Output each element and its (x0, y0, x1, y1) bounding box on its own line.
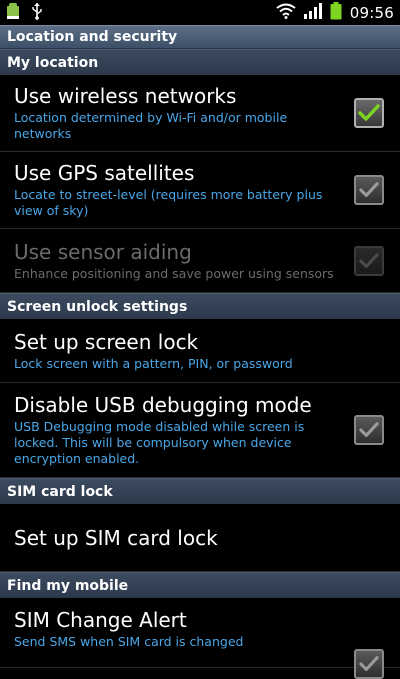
sim-change-alert-checkbox[interactable] (354, 649, 384, 679)
use-sensor-aiding-item: Use sensor aiding Enhance positioning an… (0, 229, 400, 293)
android-notification-icon (6, 2, 20, 24)
item-title: Use sensor aiding (14, 239, 192, 264)
item-subtitle: USB Debugging mode disabled while screen… (14, 419, 305, 466)
sim-change-alert-item[interactable]: SIM Change Alert Send SMS when SIM card … (0, 598, 400, 679)
signal-icon (303, 2, 322, 23)
page-title: Location and security (0, 25, 400, 49)
gps-satellites-checkbox[interactable] (354, 175, 384, 205)
set-up-screen-lock-item[interactable]: Set up screen lock Lock screen with a pa… (0, 319, 400, 383)
disable-usb-debugging-item[interactable]: Disable USB debugging mode USB Debugging… (0, 383, 400, 478)
item-subtitle: Locate to street-level (requires more ba… (14, 187, 323, 218)
use-gps-satellites-item[interactable]: Use GPS satellites Locate to street-leve… (0, 152, 400, 229)
status-bar: 09:56 (0, 0, 400, 25)
check-icon (359, 656, 379, 671)
check-icon (359, 252, 379, 268)
use-wireless-networks-item[interactable]: Use wireless networks Location determine… (0, 75, 400, 152)
item-subtitle: Enhance positioning and save power using… (14, 265, 334, 281)
section-header-sim-card-lock: SIM card lock (0, 478, 400, 504)
item-title: Disable USB debugging mode (14, 393, 312, 417)
section-header-screen-unlock: Screen unlock settings (0, 293, 400, 319)
item-subtitle: Send SMS when SIM card is changed (14, 634, 244, 649)
battery-icon (330, 1, 342, 24)
item-title: Use GPS satellites (14, 161, 195, 185)
item-title: Set up screen lock (14, 329, 199, 354)
item-title: Use wireless networks (14, 84, 237, 108)
status-time: 09:56 (349, 3, 394, 22)
section-header-my-location: My location (0, 49, 400, 75)
check-icon (359, 422, 379, 437)
item-title: Set up SIM card lock (14, 525, 218, 550)
check-icon (358, 104, 380, 121)
check-icon (359, 182, 379, 197)
wifi-icon (276, 3, 296, 23)
item-subtitle: Location determined by Wi-Fi and/or mobi… (14, 110, 288, 141)
set-up-sim-card-lock-item[interactable]: Set up SIM card lock (0, 504, 400, 572)
item-subtitle: Lock screen with a pattern, PIN, or pass… (14, 355, 293, 371)
item-title: SIM Change Alert (14, 608, 187, 632)
section-header-find-my-mobile: Find my mobile (0, 572, 400, 598)
usb-icon (30, 2, 44, 24)
usb-debugging-checkbox[interactable] (354, 415, 384, 445)
sensor-aiding-checkbox (354, 245, 384, 276)
wireless-networks-checkbox[interactable] (354, 98, 384, 128)
